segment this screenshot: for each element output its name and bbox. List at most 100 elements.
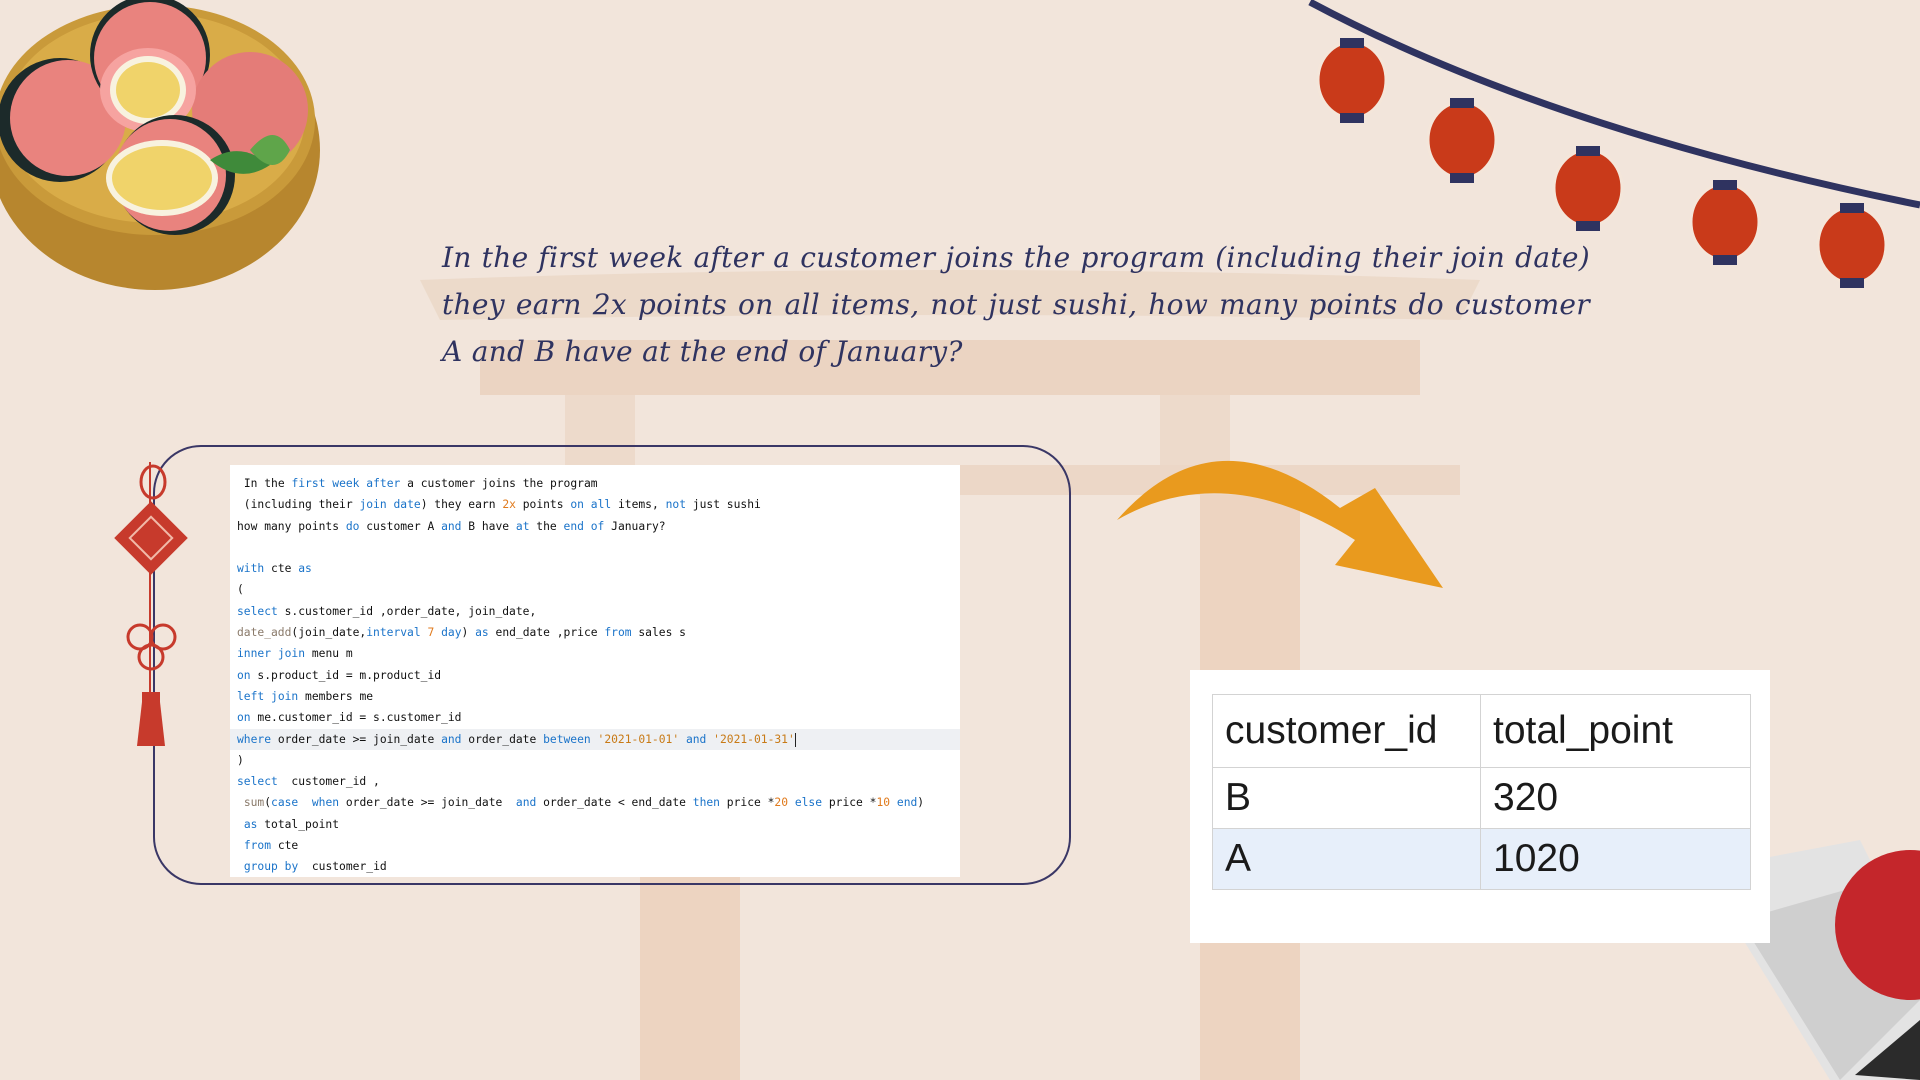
code-token: B have <box>461 519 516 533</box>
code-line[interactable]: inner join menu m <box>230 643 960 664</box>
code-token: the <box>529 519 564 533</box>
code-line[interactable]: on me.customer_id = s.customer_id <box>230 707 960 728</box>
code-token: and <box>441 732 462 746</box>
chinese-knot-icon <box>114 462 188 746</box>
code-line[interactable]: how many points do customer A and B have… <box>230 516 960 537</box>
column-header-customer-id[interactable]: customer_id <box>1212 694 1481 768</box>
column-header-total-point[interactable]: total_point <box>1480 694 1751 768</box>
code-token: select <box>237 775 278 789</box>
code-token: as <box>243 817 258 831</box>
code-line[interactable]: (including their join date) they earn 2x… <box>230 494 960 515</box>
code-token: as <box>298 562 312 576</box>
code-line[interactable]: as total_point <box>230 814 960 835</box>
code-token: customer_id <box>298 860 387 874</box>
code-line[interactable]: with cte as <box>230 558 960 579</box>
table-row[interactable]: B 320 <box>1212 767 1751 829</box>
code-token: sum <box>243 796 265 810</box>
code-token: (join_date, <box>291 626 367 640</box>
code-token: interval <box>366 626 421 640</box>
code-token: do <box>345 519 360 533</box>
code-token: when <box>311 796 340 810</box>
code-line[interactable]: date_add(join_date,interval 7 day) as en… <box>230 622 960 643</box>
code-token: end_date ,price <box>488 626 605 640</box>
code-token: order_date <box>461 732 544 746</box>
text-cursor <box>794 732 796 747</box>
result-table: customer_id total_point B 320 A 1020 <box>1212 694 1751 890</box>
code-token: from <box>604 626 632 640</box>
code-token: order_date < end_date <box>536 796 693 810</box>
code-token: on <box>237 668 251 682</box>
code-line[interactable]: sum(case when order_date >= join_date an… <box>230 792 960 813</box>
code-token: with <box>237 562 265 576</box>
code-line[interactable]: group by customer_id <box>230 856 960 877</box>
cell-customer-id[interactable]: A <box>1212 828 1481 890</box>
code-token: menu m <box>305 647 353 661</box>
cell-customer-id[interactable]: B <box>1212 767 1481 829</box>
code-token: at <box>515 519 530 533</box>
code-token: cte <box>271 839 299 853</box>
code-token: join <box>271 689 299 703</box>
code-token: ) <box>917 796 925 810</box>
code-token: (including their <box>237 498 360 512</box>
result-grid-panel: customer_id total_point B 320 A 1020 <box>1190 670 1770 943</box>
code-line[interactable]: on s.product_id = m.product_id <box>230 665 960 686</box>
code-line[interactable]: ) <box>230 750 960 771</box>
table-row[interactable]: A 1020 <box>1212 828 1751 890</box>
code-line[interactable]: select customer_id , <box>230 771 960 792</box>
code-token: as <box>475 626 489 640</box>
code-token: total_point <box>257 817 340 831</box>
code-token: of <box>590 519 605 533</box>
code-token: members me <box>298 689 374 703</box>
code-token: first <box>291 477 326 490</box>
code-line[interactable]: from cte <box>230 835 960 856</box>
code-token: '2021-01-31' <box>713 732 795 746</box>
sql-editor[interactable]: In the first week after a customer joins… <box>230 465 960 877</box>
code-token: ( <box>237 583 244 597</box>
code-token: date <box>393 498 421 512</box>
code-token: order_date >= join_date <box>271 732 442 746</box>
cell-total-point[interactable]: 320 <box>1480 767 1751 829</box>
code-token: and <box>515 796 537 810</box>
code-token: In <box>243 477 258 490</box>
code-line[interactable] <box>230 537 960 558</box>
code-token: not <box>665 498 686 512</box>
code-token: join <box>359 498 387 512</box>
code-token: end <box>896 796 918 810</box>
code-line[interactable]: ( <box>230 579 960 600</box>
code-token: how many points <box>237 519 346 533</box>
code-token: just sushi <box>686 498 761 512</box>
mochi-bowl-icon <box>0 0 320 290</box>
code-token: order_date >= join_date <box>339 796 516 810</box>
question-text: In the first week after a customer joins… <box>442 241 1590 368</box>
code-token: 2x <box>502 498 516 512</box>
code-token: s.customer_id ,order_date, join_date, <box>277 604 537 618</box>
code-token: me.customer_id = s.customer_id <box>250 711 462 725</box>
code-line[interactable]: select s.customer_id ,order_date, join_d… <box>230 601 960 622</box>
cell-total-point[interactable]: 1020 <box>1480 828 1751 890</box>
code-token: and <box>685 732 707 746</box>
code-token: all <box>590 498 612 512</box>
code-token: ) <box>461 626 476 640</box>
code-token: 20 <box>774 796 789 810</box>
code-token: items, <box>611 498 666 512</box>
code-token: else <box>794 796 823 810</box>
code-line[interactable]: where order_date >= join_date and order_… <box>230 728 960 750</box>
code-token: sales s <box>631 626 686 640</box>
code-line[interactable]: In the first week after a customer joins… <box>230 473 960 494</box>
code-line[interactable]: left join members me <box>230 686 960 707</box>
code-token: by <box>284 860 299 874</box>
code-token: after <box>366 477 401 490</box>
code-token: ) <box>237 753 244 767</box>
code-token: '2021-01-01' <box>597 732 680 746</box>
